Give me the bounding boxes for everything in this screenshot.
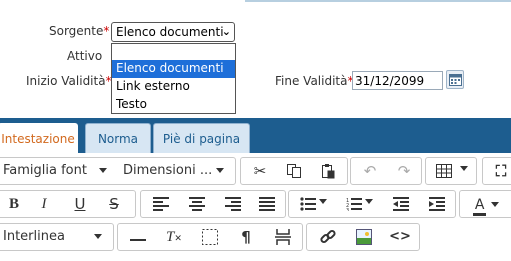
table-group bbox=[425, 157, 477, 185]
horizontal-rule-icon[interactable] bbox=[122, 224, 154, 250]
bold-icon[interactable]: B bbox=[1, 191, 27, 217]
fullscreen-icon[interactable]: ⛶ bbox=[489, 158, 511, 184]
show-blocks-icon[interactable] bbox=[194, 224, 226, 250]
undo-icon[interactable]: ↶ bbox=[355, 158, 385, 184]
tab-pie-di-pagina[interactable]: Piè di pagina bbox=[153, 123, 250, 153]
link-icon[interactable] bbox=[311, 224, 345, 250]
font-group: Famiglia font Dimensioni ... bbox=[0, 157, 236, 185]
font-size-select[interactable]: Dimensioni ... bbox=[123, 158, 225, 184]
svg-text:3: 3 bbox=[346, 208, 349, 211]
align-justify-icon[interactable] bbox=[251, 191, 283, 217]
caret-down-icon bbox=[364, 199, 373, 204]
indent-icon[interactable] bbox=[421, 191, 453, 217]
fine-validita-input[interactable]: 31/12/2099 bbox=[352, 71, 443, 90]
align-group bbox=[140, 190, 286, 218]
caret-down-icon bbox=[491, 202, 500, 207]
editor-toolbar: Famiglia font Dimensioni ... ✂ ↶ ↷ ⛶ B I… bbox=[0, 153, 511, 261]
line-height-select[interactable]: Interlinea bbox=[3, 224, 102, 250]
caret-down-icon bbox=[459, 166, 468, 171]
copy-icon[interactable] bbox=[279, 158, 309, 184]
option-elenco-documenti[interactable]: Elenco documenti bbox=[112, 60, 235, 78]
italic-icon[interactable]: I bbox=[31, 191, 57, 217]
option-testo[interactable]: Testo bbox=[112, 96, 235, 114]
clipboard-group: ✂ bbox=[240, 157, 348, 185]
sorgente-select[interactable]: Elenco documenti ⌄ bbox=[111, 22, 235, 42]
strikethrough-icon[interactable]: S bbox=[101, 191, 127, 217]
insert-group: T✕ ¶ bbox=[117, 223, 303, 251]
sorgente-dropdown-list[interactable]: Elenco documenti Link esterno Testo bbox=[111, 43, 236, 114]
top-border-line bbox=[245, 0, 511, 2]
paragraph-icon[interactable]: ¶ bbox=[230, 224, 262, 250]
inizio-validita-label: Inizio Validità* bbox=[26, 74, 112, 88]
table-icon[interactable] bbox=[430, 158, 474, 184]
bullet-list-icon[interactable] bbox=[293, 191, 333, 217]
align-center-icon[interactable] bbox=[181, 191, 213, 217]
sorgente-select-value: Elenco documenti bbox=[116, 25, 224, 39]
align-left-icon[interactable] bbox=[145, 191, 177, 217]
media-group: <> bbox=[306, 223, 420, 251]
page-break-icon[interactable] bbox=[266, 224, 300, 250]
code-icon[interactable]: <> bbox=[383, 224, 417, 250]
attivo-label: Attivo bbox=[67, 49, 103, 63]
paste-icon[interactable] bbox=[313, 158, 343, 184]
list-group: 123 bbox=[288, 190, 456, 218]
cut-icon[interactable]: ✂ bbox=[245, 158, 275, 184]
dropdown-spacer bbox=[112, 44, 235, 60]
sorgente-label: Sorgente* bbox=[49, 24, 110, 38]
chevron-down-icon: ⌄ bbox=[221, 25, 231, 38]
color-group: A bbox=[459, 190, 511, 218]
caret-down-icon bbox=[93, 234, 102, 239]
underline-icon[interactable]: U bbox=[67, 191, 93, 217]
fullscreen-group: ⛶ bbox=[482, 157, 511, 185]
calendar-icon bbox=[449, 74, 462, 86]
line-height-group: Interlinea bbox=[0, 223, 114, 251]
caret-down-icon bbox=[216, 168, 225, 173]
text-color-icon[interactable]: A bbox=[466, 191, 506, 217]
caret-down-icon bbox=[318, 199, 327, 204]
tab-intestazione[interactable]: Intestazione bbox=[0, 123, 78, 153]
option-link-esterno[interactable]: Link esterno bbox=[112, 78, 235, 96]
numbered-list-icon[interactable]: 123 bbox=[339, 191, 379, 217]
calendar-button[interactable] bbox=[446, 70, 464, 89]
font-family-select[interactable]: Famiglia font bbox=[3, 158, 108, 184]
fine-validita-label: Fine Validità* bbox=[275, 74, 354, 88]
clear-format-icon[interactable]: T✕ bbox=[158, 224, 190, 250]
redo-icon[interactable]: ↷ bbox=[389, 158, 419, 184]
history-group: ↶ ↷ bbox=[350, 157, 422, 185]
outdent-icon[interactable] bbox=[385, 191, 417, 217]
tab-norma[interactable]: Norma bbox=[85, 123, 151, 153]
caret-down-icon bbox=[99, 168, 108, 173]
align-right-icon[interactable] bbox=[217, 191, 249, 217]
image-icon[interactable] bbox=[347, 224, 381, 250]
format-group: B I U S bbox=[0, 190, 136, 218]
